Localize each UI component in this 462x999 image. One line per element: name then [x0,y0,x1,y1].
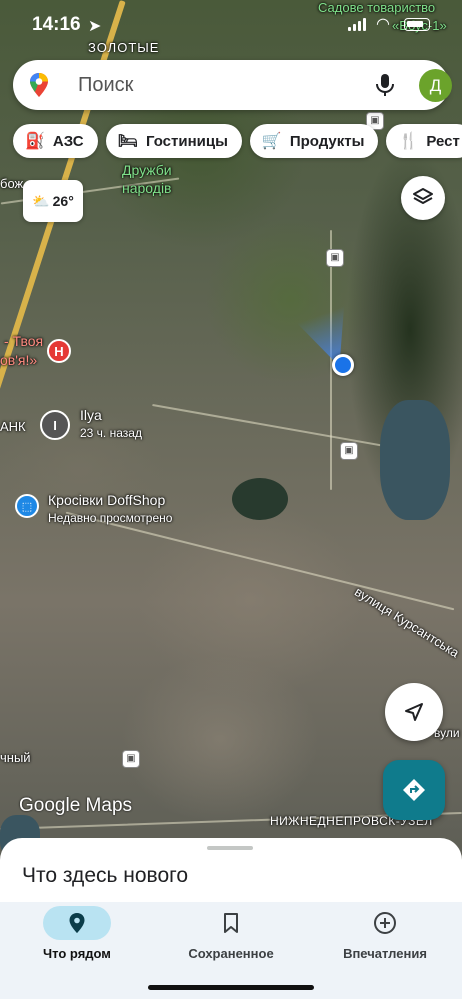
street-label-kursantska: вулиця Курсантська [352,584,462,661]
map-label-chny: чный [0,750,31,765]
google-maps-logo: Google Maps [19,795,133,816]
directions-button[interactable] [383,760,445,820]
tab-saved[interactable]: Сохраненное [154,902,308,977]
map-label-doffshop-sub: Недавно просмотрено [48,511,173,525]
poi-marker-ilya[interactable]: I [40,410,70,440]
plus-circle-icon [351,906,419,940]
microphone-icon[interactable] [373,72,397,98]
map-label-ilya: Ilya [80,407,102,423]
search-bar[interactable]: Поиск Д [13,60,452,110]
chip-gas-stations[interactable]: ⛽ АЗС [13,124,98,158]
home-indicator [148,985,314,990]
my-location-dot [332,354,354,376]
layers-icon [413,188,433,204]
battery-icon [404,18,430,31]
status-bar: 14:16 ➤ ◠ [0,0,462,52]
transit-stop-icon[interactable]: ▣ [122,750,140,768]
chip-label: Продукты [289,132,365,150]
lake [232,478,288,520]
bookmark-icon [197,906,265,940]
bed-icon: 🛏 [117,133,138,150]
map-label-bank: АНК [0,419,26,434]
road [330,230,332,490]
chip-label: Рест [426,132,460,150]
chip-label: Гостиницы [145,132,228,150]
map-label-tvoya-2: ов'я!» [0,352,38,368]
poi-marker-red[interactable]: H [47,339,71,363]
chip-label: АЗС [52,132,84,150]
bottom-sheet[interactable]: Что здесь нового [0,838,462,908]
weather-chip[interactable]: ⛅ 26° [23,180,83,222]
map-label-bozh: бож [0,176,24,191]
pin-icon [43,906,111,940]
river [380,400,450,520]
map-label-ilya-time: 23 ч. назад [80,426,142,440]
shopping-bag-icon[interactable]: ⬚ [15,494,39,518]
cellular-signal-icon [348,18,366,31]
chip-groceries[interactable]: 🛒 Продукты [249,124,379,158]
chip-restaurants[interactable]: 🍴 Рест [386,124,462,158]
layers-button[interactable] [401,176,445,220]
directions-icon [403,779,425,801]
gas-station-icon: ⛽ [25,133,45,150]
location-arrow-icon: ➤ [88,18,102,35]
google-maps-pin-icon [30,73,48,97]
my-location-button[interactable] [385,683,443,741]
map-label-tvoya: - Твоя [4,333,44,349]
sheet-drag-handle[interactable] [207,846,253,850]
road [65,511,455,611]
tab-contribute[interactable]: Впечатления [308,902,462,977]
map-label-narodiv: народів [122,180,172,196]
status-time: 14:16 [32,14,81,35]
map-label-doffshop[interactable]: Кросівки DoffShop [48,492,165,508]
map-label-druzhby: Дружби [122,162,172,178]
chip-hotels[interactable]: 🛏 Гостиницы [105,124,242,158]
tab-explore[interactable]: Что рядом [0,902,154,977]
weather-temperature: 26° [52,193,74,209]
wifi-icon: ◠ [376,16,390,33]
tab-label: Сохраненное [188,946,274,961]
tab-label: Что рядом [43,946,111,961]
cart-icon: 🛒 [261,133,282,150]
restaurant-icon: 🍴 [398,133,419,150]
transit-stop-icon[interactable]: ▣ [326,249,344,267]
partly-cloudy-icon: ⛅ [32,192,50,209]
category-chips: ⛽ АЗС 🛏 Гостиницы 🛒 Продукты 🍴 Рест [13,124,462,158]
account-avatar[interactable]: Д [419,69,452,102]
search-input[interactable]: Поиск [78,74,133,97]
sheet-title: Что здесь нового [22,864,189,887]
navigation-arrow-icon [405,703,423,721]
transit-stop-icon[interactable]: ▣ [340,442,358,460]
tab-label: Впечатления [343,946,427,961]
